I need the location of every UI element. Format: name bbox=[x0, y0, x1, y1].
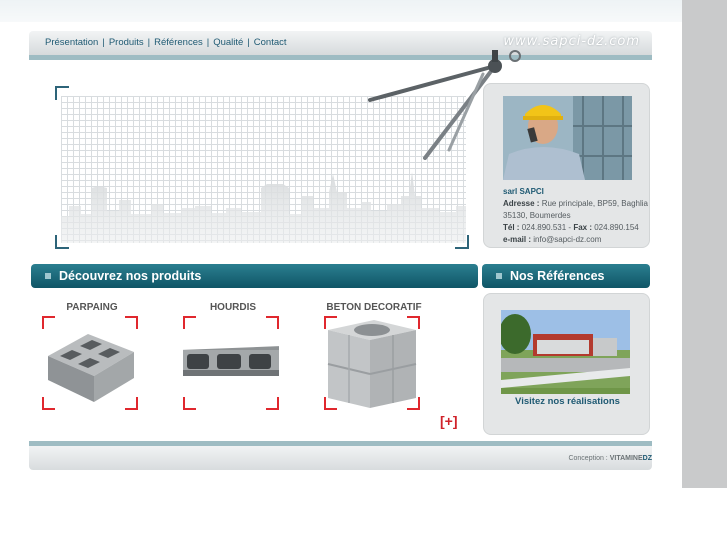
product-hourdis[interactable]: HOURDIS bbox=[183, 302, 283, 412]
tel-label: Tél : bbox=[503, 223, 520, 232]
product-beton-decoratif[interactable]: BETON DECORATIF bbox=[324, 302, 424, 412]
nav-separator: | bbox=[247, 37, 250, 48]
contact-details: sarl SAPCI Adresse : Rue principale, BP5… bbox=[503, 186, 648, 246]
product-frame bbox=[42, 316, 138, 410]
nav-link-contact[interactable]: Contact bbox=[254, 37, 287, 48]
more-products-link[interactable]: [+] bbox=[440, 413, 458, 429]
nav-underline bbox=[29, 55, 652, 60]
decorative-block-image bbox=[327, 320, 417, 408]
credit-prefix: Conception : bbox=[568, 455, 608, 462]
email-link[interactable]: info@sapci-dz.com bbox=[533, 235, 601, 244]
page: Présentation | Produits | Références | Q… bbox=[0, 0, 727, 545]
company-name: sarl SAPCI bbox=[503, 187, 544, 196]
nav-link-presentation[interactable]: Présentation bbox=[45, 37, 98, 48]
credit-suffix[interactable]: DZ bbox=[643, 455, 652, 462]
nav-separator: | bbox=[102, 37, 105, 48]
frame-corner bbox=[455, 235, 469, 249]
product-frame bbox=[324, 316, 420, 410]
email-label: e-mail : bbox=[503, 235, 532, 244]
bullet-square-icon bbox=[496, 273, 502, 279]
factory-photo[interactable] bbox=[501, 310, 630, 394]
nav-link-references[interactable]: Références bbox=[154, 37, 203, 48]
references-section-title: Nos Références bbox=[510, 269, 605, 283]
nav-separator: | bbox=[206, 37, 210, 48]
nav-link-produits[interactable]: Produits bbox=[109, 37, 144, 48]
fax-value: 024.890.154 bbox=[594, 223, 639, 232]
product-frame bbox=[183, 316, 279, 410]
references-section-header: Nos Références bbox=[482, 264, 650, 288]
phone-line: Tél : 024.890.531 - Fax : 024.890.154 bbox=[503, 223, 639, 232]
bullet-square-icon bbox=[45, 273, 51, 279]
visit-realisations-link[interactable]: Visitez nos réalisations bbox=[484, 396, 651, 407]
fax-label: Fax : bbox=[573, 223, 592, 232]
nav-link-qualite[interactable]: Qualité bbox=[213, 37, 243, 48]
nav-links: Présentation | Produits | Références | Q… bbox=[45, 37, 287, 48]
contact-card: sarl SAPCI Adresse : Rue principale, BP5… bbox=[483, 83, 650, 248]
products-section-title: Découvrez nos produits bbox=[59, 269, 202, 283]
parpaing-block-image bbox=[48, 334, 134, 402]
nav-bar: Présentation | Produits | Références | Q… bbox=[29, 31, 652, 55]
engineer-photo bbox=[503, 96, 632, 180]
references-card: Visitez nos réalisations bbox=[483, 293, 650, 435]
tel-value: 024.890.531 bbox=[521, 223, 567, 232]
top-strip bbox=[0, 0, 682, 22]
frame-corner bbox=[55, 235, 69, 249]
product-label: HOURDIS bbox=[209, 302, 257, 313]
email-line: e-mail : info@sapci-dz.com bbox=[503, 234, 648, 246]
right-margin bbox=[682, 0, 727, 488]
hero-banner bbox=[55, 50, 521, 249]
credit-name[interactable]: VITAMINE bbox=[610, 455, 643, 462]
hourdis-block-image bbox=[183, 346, 279, 376]
footer-credit: Conception : VITAMINEDZ bbox=[568, 455, 652, 462]
frame-corner bbox=[55, 86, 69, 100]
products-section-header: Découvrez nos produits bbox=[31, 264, 478, 288]
nav-separator: | bbox=[147, 37, 151, 48]
product-label: BETON DECORATIF bbox=[326, 302, 422, 313]
product-label: PARPAING bbox=[66, 302, 118, 313]
footer-bar: Conception : VITAMINEDZ bbox=[29, 446, 652, 470]
product-parpaing[interactable]: PARPAING bbox=[42, 302, 142, 412]
address-line: Adresse : Rue principale, BP59, Baghlia … bbox=[503, 198, 648, 222]
site-url-logo: www.sapci-dz.com bbox=[503, 34, 640, 49]
address-label: Adresse : bbox=[503, 199, 540, 208]
